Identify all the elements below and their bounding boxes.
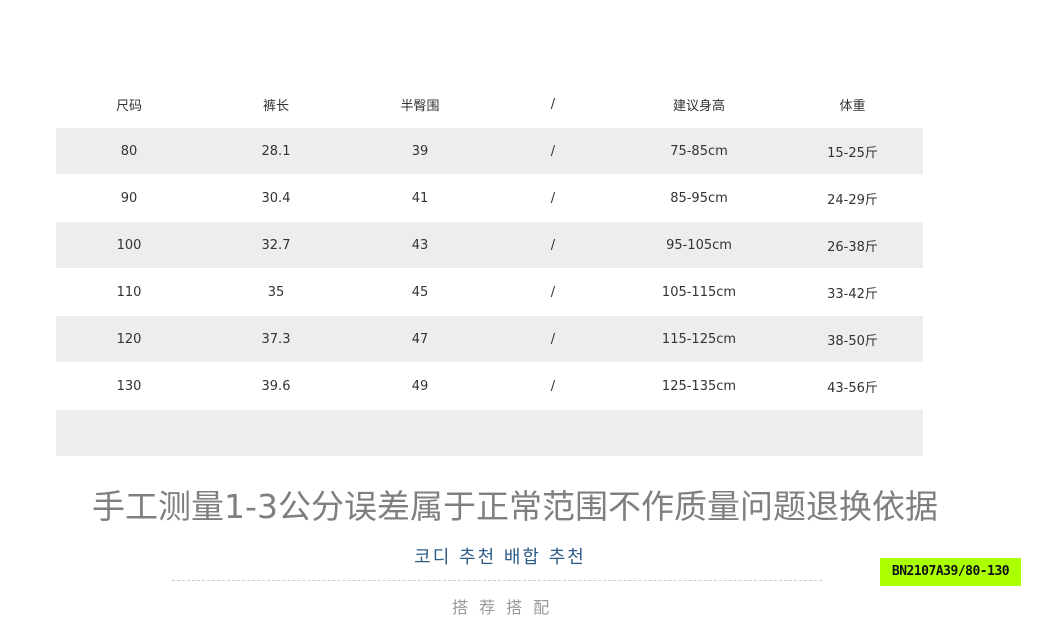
cell-half-hip: 41 [350,174,490,222]
cell-weight: 33-42斤 [782,268,923,316]
table-row: 100 32.7 43 / 95-105cm 26-38斤 [56,221,923,269]
cell-size: 100 [56,221,202,269]
cell-half-hip: 43 [350,221,490,269]
cell-suggested-height: 75-85cm [616,127,782,175]
empty-table-row [56,409,923,457]
dashed-divider [172,580,822,581]
cell-half-hip: 39 [350,127,490,175]
header-row: 尺码 裤长 半臀围 / 建议身高 体重 [56,82,923,128]
cell-size: 80 [56,127,202,175]
cell-weight: 38-50斤 [782,315,923,363]
table-row: 80 28.1 39 / 75-85cm 15-25斤 [56,127,923,175]
header-suggested-height: 建议身高 [616,82,782,128]
cell-size: 90 [56,174,202,222]
empty-cell [56,409,923,457]
cell-slash: / [490,174,616,222]
cell-half-hip: 47 [350,315,490,363]
table-row: 120 37.3 47 / 115-125cm 38-50斤 [56,315,923,363]
recommendation-heading: 코디 추천 배합 추천 [414,547,586,568]
cell-slash: / [490,221,616,269]
size-chart-table: 尺码 裤长 半臀围 / 建议身高 体重 80 28.1 39 / 75-85cm… [56,82,923,457]
cell-weight: 24-29斤 [782,174,923,222]
cell-suggested-height: 125-135cm [616,362,782,410]
cell-weight: 43-56斤 [782,362,923,410]
cell-pants-length: 30.4 [202,174,350,222]
table-row: 130 39.6 49 / 125-135cm 43-56斤 [56,362,923,410]
cell-pants-length: 35 [202,268,350,316]
header-half-hip: 半臀围 [350,82,490,128]
measurement-note: 手工测量1-3公分误差属于正常范围不作质量问题退换依据 [92,487,938,526]
cell-size: 110 [56,268,202,316]
table-row: 90 30.4 41 / 85-95cm 24-29斤 [56,174,923,222]
cut-off-heading: 搭 荐 搭 配 [452,598,553,617]
cell-size: 120 [56,315,202,363]
cell-size: 130 [56,362,202,410]
cell-slash: / [490,362,616,410]
cell-suggested-height: 95-105cm [616,221,782,269]
cell-pants-length: 37.3 [202,315,350,363]
cell-pants-length: 39.6 [202,362,350,410]
cell-weight: 26-38斤 [782,221,923,269]
cell-half-hip: 45 [350,268,490,316]
header-pants-length: 裤长 [202,82,350,128]
cell-suggested-height: 115-125cm [616,315,782,363]
cell-slash: / [490,127,616,175]
table-row: 110 35 45 / 105-115cm 33-42斤 [56,268,923,316]
cell-suggested-height: 105-115cm [616,268,782,316]
header-size: 尺码 [56,82,202,128]
cell-weight: 15-25斤 [782,127,923,175]
cell-pants-length: 28.1 [202,127,350,175]
cell-slash: / [490,315,616,363]
cell-suggested-height: 85-95cm [616,174,782,222]
cell-half-hip: 49 [350,362,490,410]
header-weight: 体重 [782,82,923,128]
sku-badge: BN2107A39/80-130 [880,558,1021,586]
cell-pants-length: 32.7 [202,221,350,269]
cell-slash: / [490,268,616,316]
header-slash: / [490,82,616,128]
